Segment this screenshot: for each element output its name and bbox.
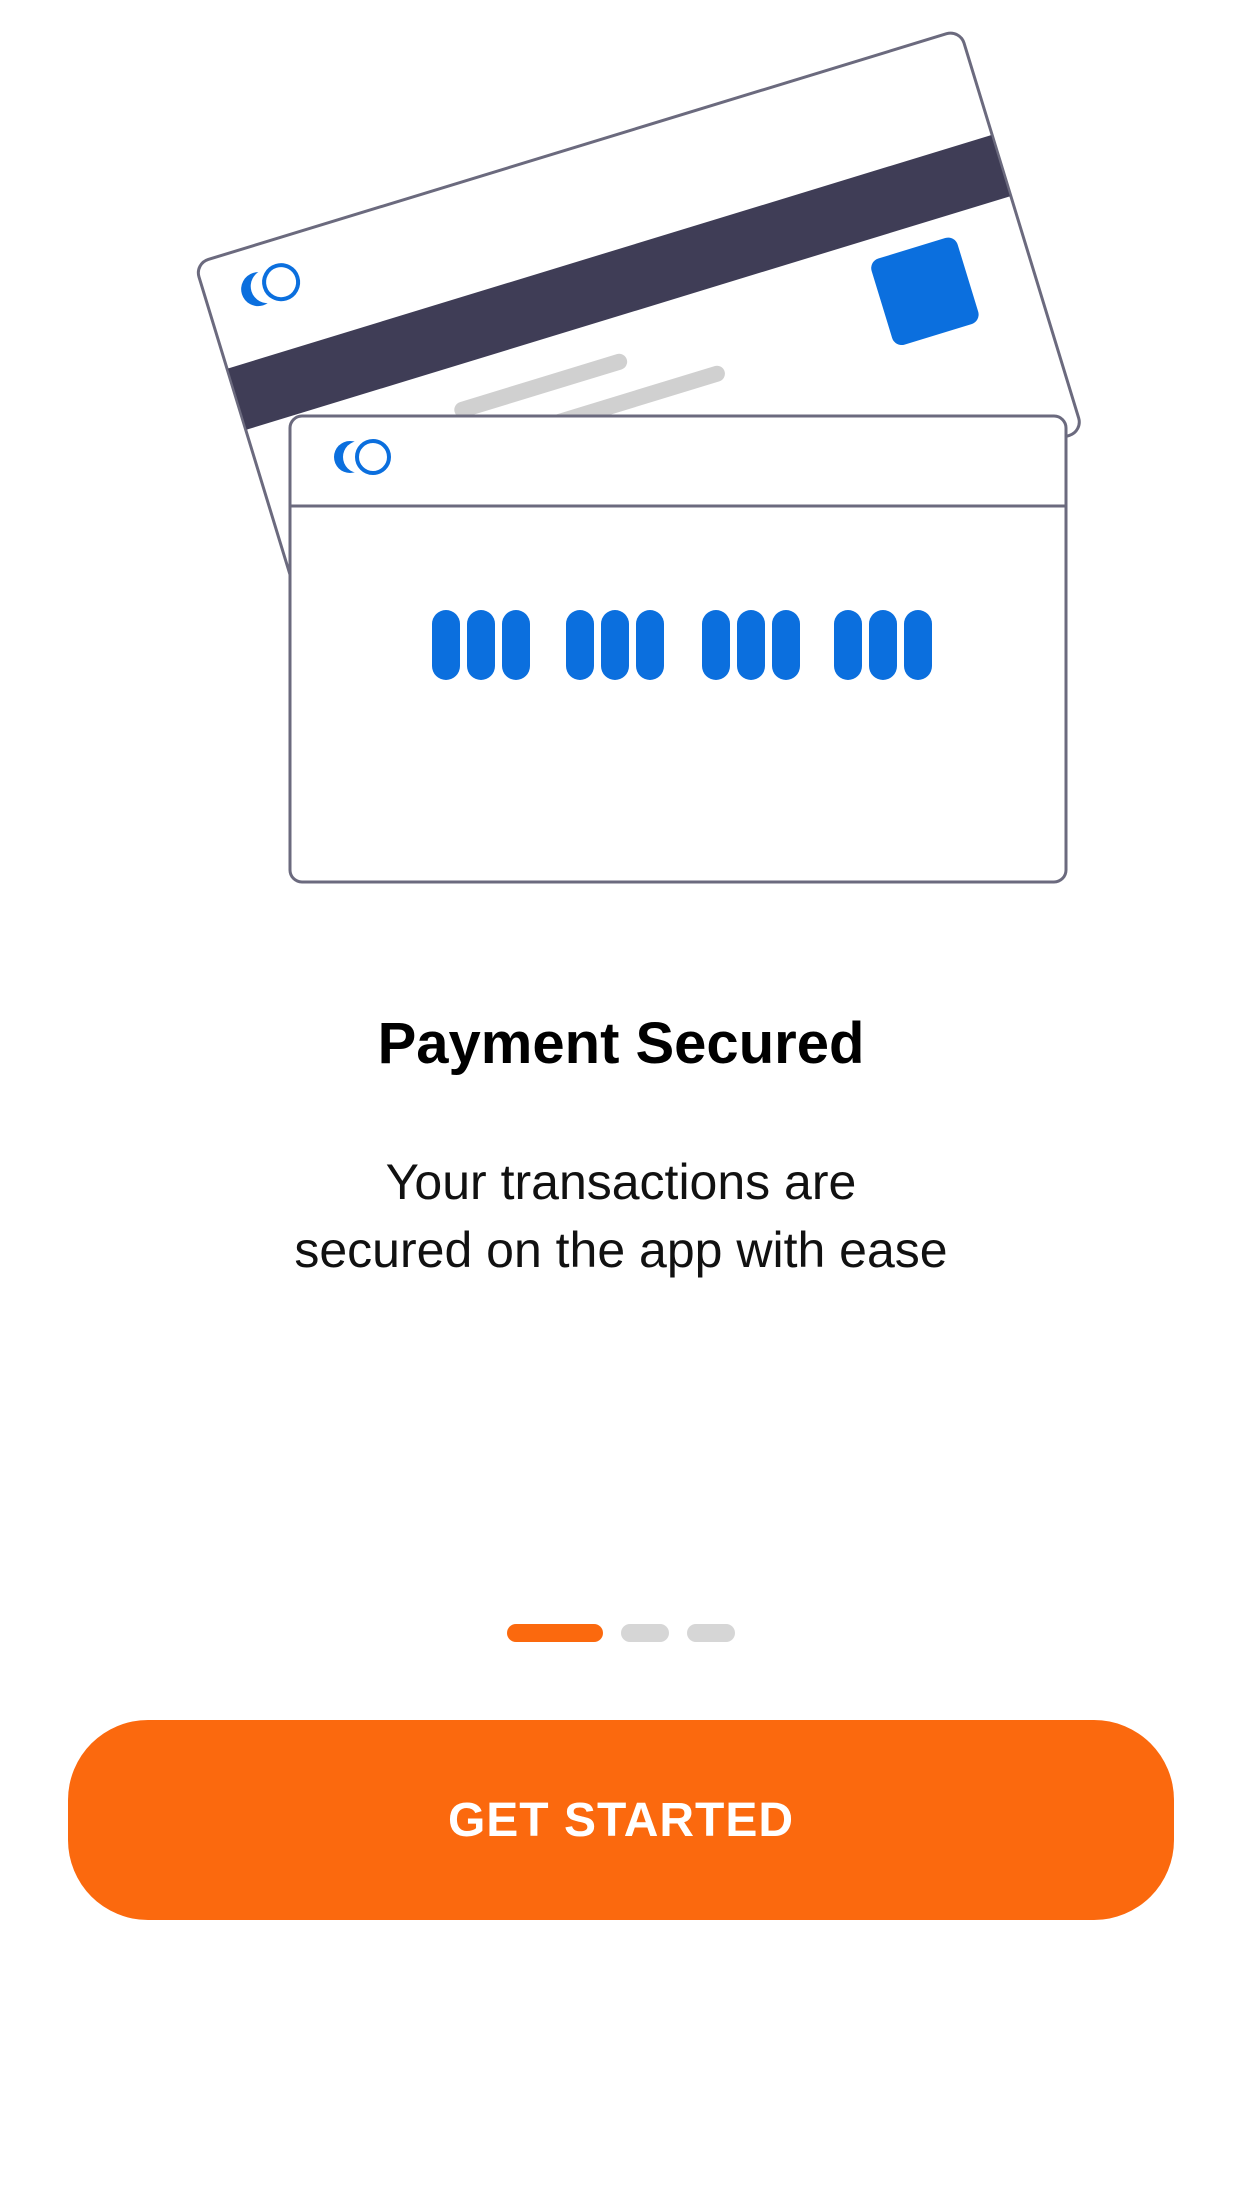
page-subtitle: Your transactions are secured on the app… <box>0 1148 1242 1284</box>
page-indicator <box>0 1622 1242 1644</box>
front-card <box>288 414 1068 884</box>
page-indicator-dot[interactable] <box>687 1624 735 1642</box>
page-indicator-dot-active[interactable] <box>507 1624 603 1642</box>
page-indicator-dot[interactable] <box>621 1624 669 1642</box>
payment-cards-illustration <box>196 31 1081 884</box>
card-logo-icon <box>334 439 391 475</box>
subtitle-line-1: Your transactions are <box>385 1154 857 1210</box>
get-started-button[interactable]: GET STARTED <box>68 1720 1174 1920</box>
subtitle-line-2: secured on the app with ease <box>294 1222 948 1278</box>
page-title: Payment Secured <box>377 1011 865 1076</box>
